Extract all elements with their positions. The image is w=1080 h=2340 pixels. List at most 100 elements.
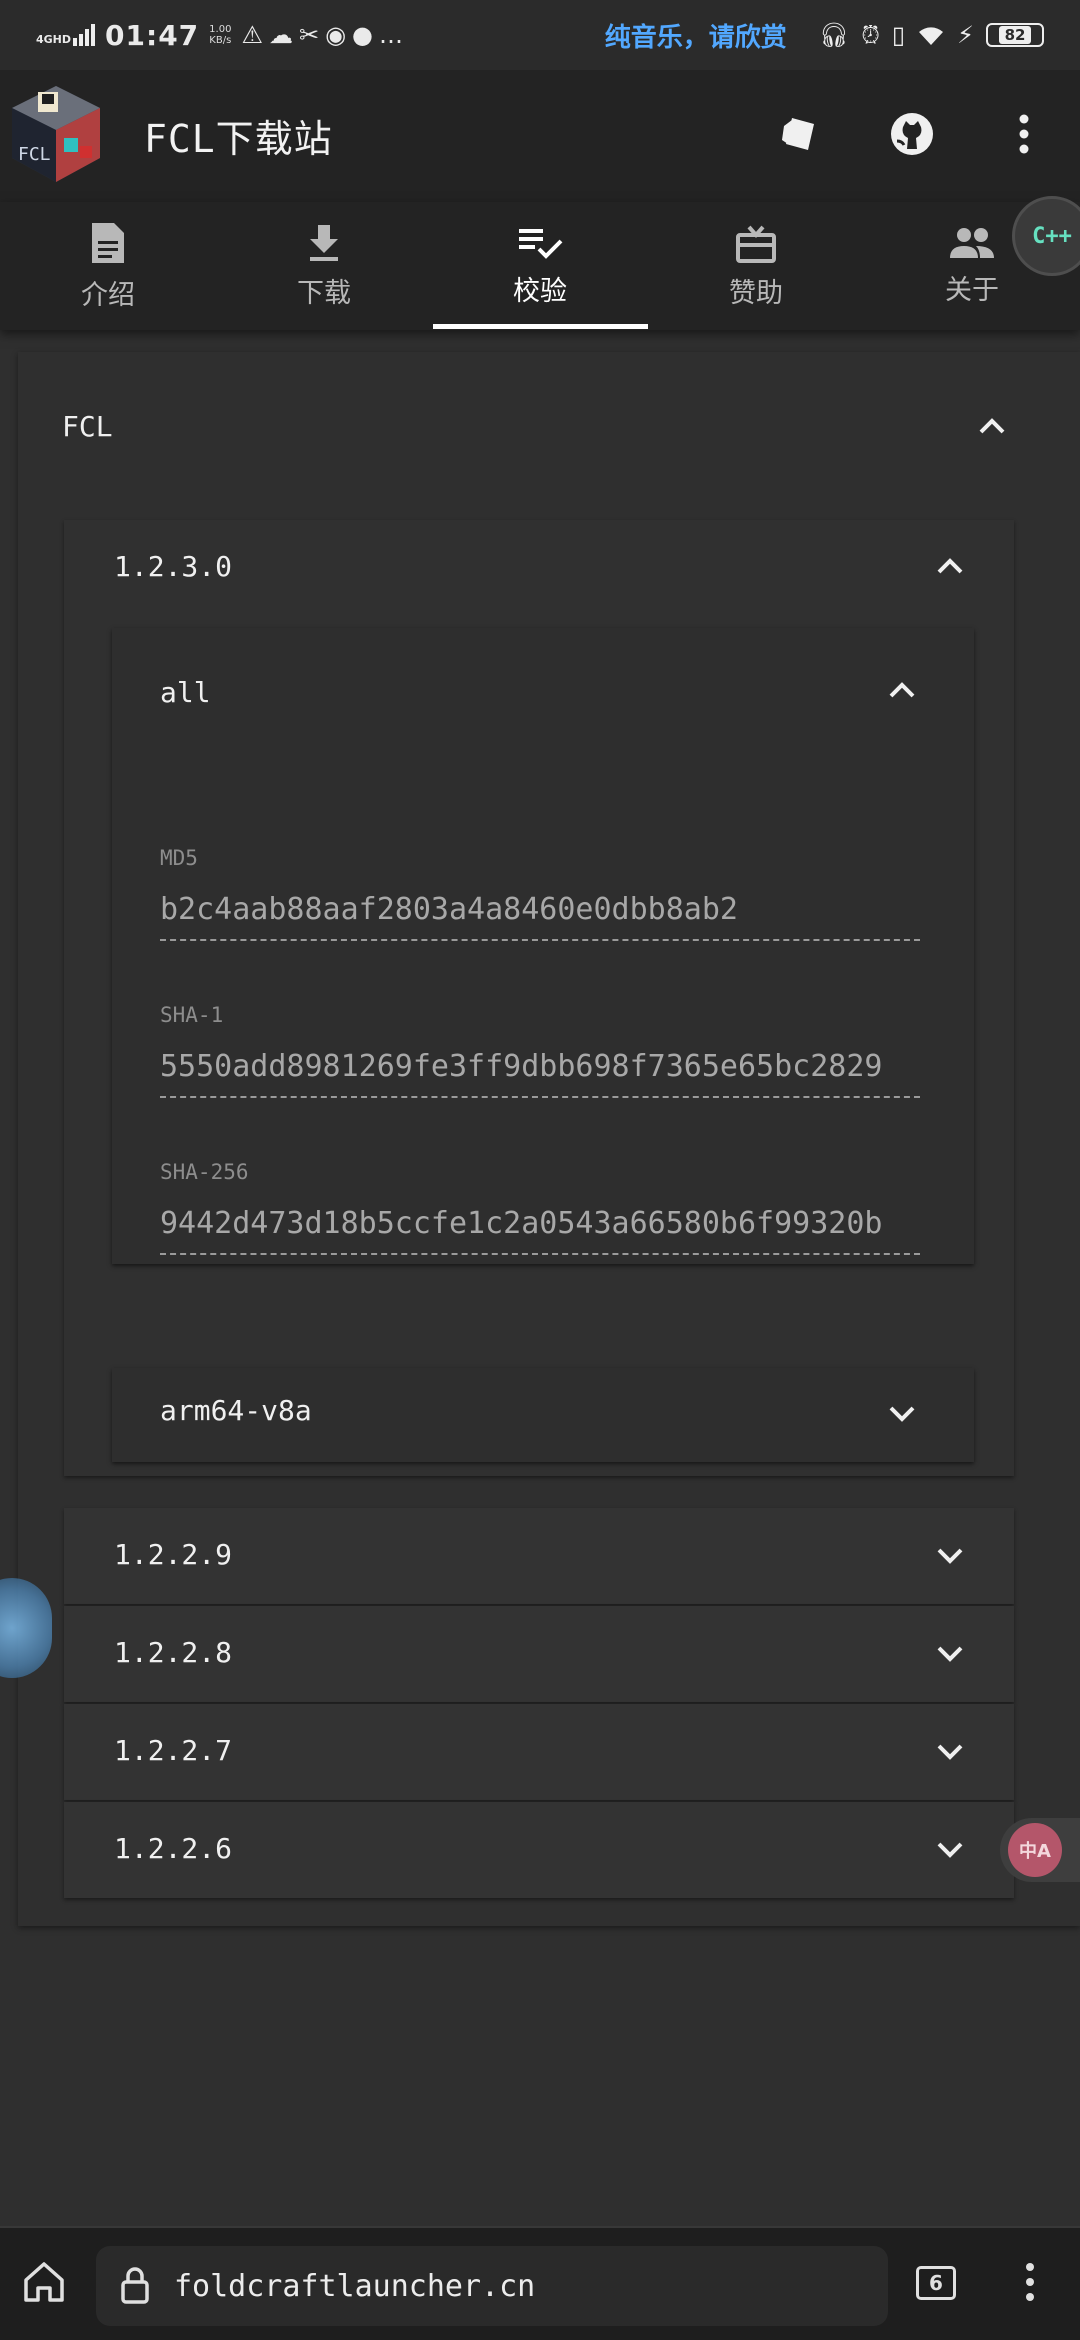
status-time: 01:47 <box>105 18 200 52</box>
expand-version-button[interactable] <box>930 1536 970 1576</box>
document-icon <box>92 222 124 263</box>
version-panel[interactable]: 1.2.2.9 <box>64 1508 1014 1604</box>
active-tab-indicator <box>433 324 648 329</box>
svg-text:FCL: FCL <box>18 144 51 165</box>
app-title: FCL下载站 <box>144 117 333 161</box>
tab-label: 关于 <box>945 274 999 306</box>
github-icon <box>891 113 933 155</box>
version-title: 1.2.3.0 <box>114 550 233 583</box>
check-circle-icon: ◉ <box>325 21 353 49</box>
chevron-down-icon <box>937 1842 963 1858</box>
more-icon: … <box>378 21 409 49</box>
notification-icons: ⚠☁✂◉●… <box>241 21 409 49</box>
chevron-up-icon <box>937 558 963 574</box>
home-button[interactable] <box>22 2260 66 2308</box>
tab-label: 下载 <box>297 277 351 309</box>
version-title: 1.2.2.8 <box>114 1636 233 1669</box>
expand-variant-button[interactable] <box>882 1394 922 1434</box>
version-title: 1.2.2.7 <box>114 1734 233 1767</box>
hash-value[interactable]: 9442d473d18b5ccfe1c2a0543a66580b6f99320b <box>160 1206 920 1255</box>
signal-icon <box>73 24 96 46</box>
fcl-section-card: FCL 1.2.3.0 all arm64-v8a 1.2.2.9 1.2.2.… <box>18 352 1080 1926</box>
address-bar[interactable]: foldcraftlauncher.cn <box>96 2246 888 2326</box>
chevron-up-icon <box>889 682 915 698</box>
tab-intro[interactable]: 介绍 <box>0 202 216 330</box>
hash-field-md5: MD5 b2c4aab88aaf2803a4a8460e0dbb8ab2 <box>160 846 920 941</box>
music-text: 纯音乐，请欣赏 <box>604 22 787 53</box>
chat-icon: ● <box>352 21 379 49</box>
collapse-section-button[interactable] <box>972 406 1012 446</box>
headphones-icon: 🎧︎ <box>818 21 850 49</box>
gift-icon <box>736 225 776 263</box>
tab-bar: 介绍 下载 校验 赞助 关于 <box>0 202 1080 330</box>
checklist-icon <box>519 228 563 259</box>
browser-bar: foldcraftlauncher.cn 6 <box>0 2226 1080 2340</box>
alarm-icon: ⏰︎ <box>861 21 880 49</box>
hash-label: MD5 <box>160 846 198 870</box>
expand-version-button[interactable] <box>930 1634 970 1674</box>
chevron-down-icon <box>937 1548 963 1564</box>
expand-version-button[interactable] <box>930 1732 970 1772</box>
chevron-down-icon <box>937 1744 963 1760</box>
battery-indicator: 82 <box>986 23 1044 47</box>
people-icon <box>950 227 994 258</box>
network-indicator: 4GHD <box>36 24 96 46</box>
chevron-down-icon <box>937 1646 963 1662</box>
hash-value[interactable]: 5550add8981269fe3ff9dbb698f7365e65bc2829 <box>160 1049 920 1098</box>
version-header: 1.2.2.7 <box>114 1734 232 1767</box>
lock-icon <box>121 2267 149 2304</box>
version-header: 1.2.2.8 <box>114 1636 232 1669</box>
tab-label: 赞助 <box>729 277 783 309</box>
tab-sponsor[interactable]: 赞助 <box>648 202 864 330</box>
vibrate-icon: ▯ <box>891 21 906 49</box>
tab-switcher-button[interactable]: 6 <box>916 2266 956 2300</box>
wifi-icon <box>919 27 944 45</box>
tools-icon: ✂ <box>298 21 326 49</box>
expand-version-button[interactable] <box>930 1830 970 1870</box>
hash-value[interactable]: b2c4aab88aaf2803a4a8460e0dbb8ab2 <box>160 892 920 941</box>
app-logo[interactable]: FCL <box>8 82 104 186</box>
status-bar: 4GHD 01:47 1.00 KB/s ⚠☁✂◉●… 纯音乐，请欣赏 🎧︎ ⏰… <box>0 0 1080 70</box>
network-type: 4GHD <box>36 33 72 46</box>
more-options-button[interactable] <box>992 102 1056 166</box>
version-header: 1.2.2.6 <box>114 1832 232 1865</box>
version-title: 1.2.2.9 <box>114 1538 233 1571</box>
theme-button[interactable] <box>768 102 832 166</box>
version-header[interactable]: 1.2.3.0 <box>114 550 232 583</box>
variant-title: arm64-v8a <box>160 1394 312 1427</box>
variant-panel-arm64[interactable]: arm64-v8a <box>112 1368 974 1462</box>
charging-icon: ⚡︎ <box>957 21 974 49</box>
cloud-icon: ☁ <box>268 21 299 49</box>
version-panel-1230: 1.2.3.0 all <box>64 520 1014 1476</box>
collapse-version-button[interactable] <box>930 546 970 586</box>
translate-icon: 中A <box>1008 1823 1062 1877</box>
fcl-section-header[interactable]: FCL <box>62 410 113 443</box>
more-vert-icon <box>1019 114 1029 154</box>
collapse-variant-button[interactable] <box>882 670 922 710</box>
github-button[interactable] <box>880 102 944 166</box>
version-header: 1.2.2.9 <box>114 1538 232 1571</box>
version-panel[interactable]: 1.2.2.7 <box>64 1704 1014 1800</box>
url-text: foldcraftlauncher.cn <box>174 2268 536 2304</box>
variant-header: arm64-v8a <box>160 1394 312 1427</box>
tab-label: 校验 <box>513 275 567 307</box>
cards-icon <box>782 118 814 150</box>
variant-header[interactable]: all <box>160 676 211 709</box>
version-panel[interactable]: 1.2.2.8 <box>64 1606 1014 1702</box>
section-title: FCL <box>62 410 113 443</box>
tab-download[interactable]: 下载 <box>216 202 432 330</box>
version-panel[interactable]: 1.2.2.6 <box>64 1802 1014 1898</box>
tab-verify[interactable]: 校验 <box>432 202 648 330</box>
chevron-up-icon <box>979 418 1005 434</box>
variant-title: all <box>160 676 211 709</box>
version-title: 1.2.2.6 <box>114 1832 233 1865</box>
warning-icon: ⚠ <box>241 21 269 49</box>
tab-label: 介绍 <box>81 279 135 311</box>
more-vert-icon <box>1026 2263 1034 2301</box>
hash-label: SHA-1 <box>160 1003 224 1027</box>
translate-button[interactable]: 中A <box>1000 1818 1080 1882</box>
browser-menu-button[interactable] <box>1024 2262 1036 2306</box>
hash-label: SHA-256 <box>160 1160 249 1184</box>
hash-field-sha256: SHA-256 9442d473d18b5ccfe1c2a0543a66580b… <box>160 1160 920 1255</box>
home-icon <box>24 2262 64 2302</box>
